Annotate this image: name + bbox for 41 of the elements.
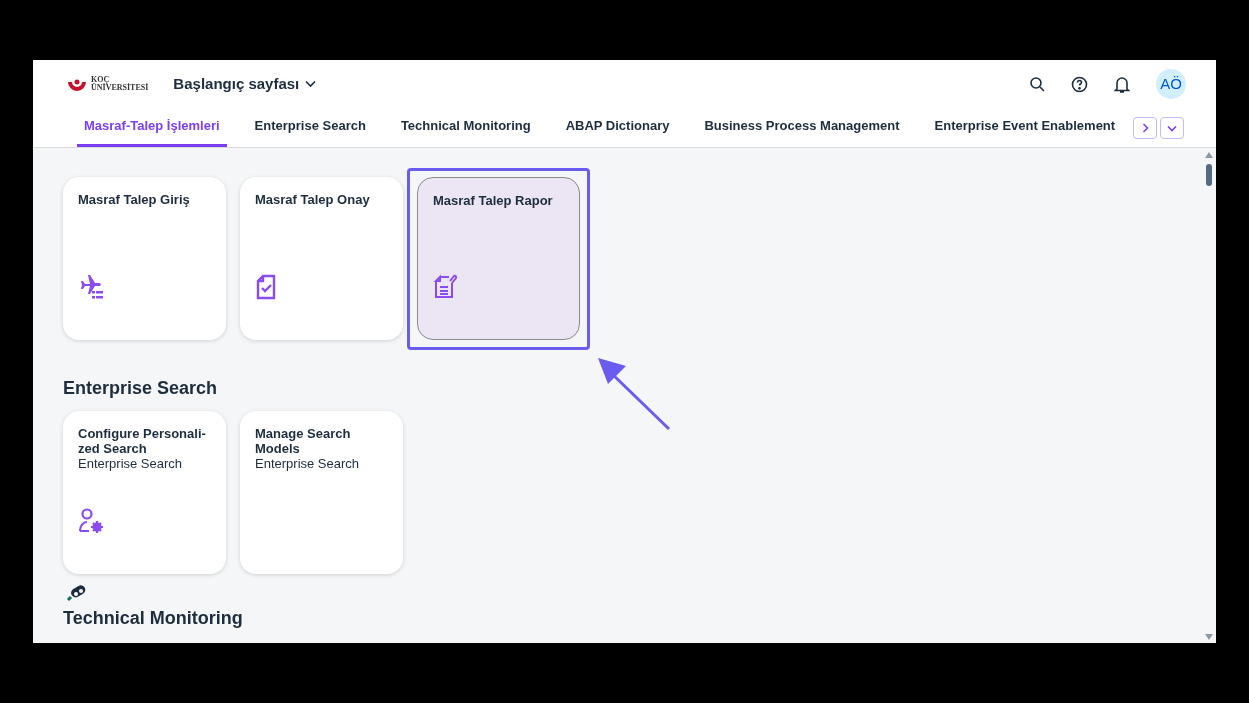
tile-title: Masraf Talep Giriş [78,192,191,207]
app-tile[interactable]: Masraf Talep Rapor [417,177,580,340]
user-gear-icon [78,508,106,534]
app-tile[interactable]: Manage Search Models Enterprise Search [240,411,403,574]
scroll-down-icon[interactable] [1205,634,1213,640]
user-avatar[interactable]: AÖ [1156,69,1186,99]
logo-text: KOÇ [91,76,110,84]
scroll-up-icon[interactable] [1205,152,1213,158]
app-tile[interactable]: Masraf Talep Onay [240,177,403,340]
tab[interactable]: Business Process Management [697,108,907,147]
app-tile[interactable]: Configure Personali- zed Search Enterprise Search [63,411,226,574]
tab[interactable]: Enterprise Search [247,108,373,147]
chevron-down-icon [1167,124,1177,132]
airplane-list-icon [78,274,104,300]
tile-title: Masraf Talep Rapor [433,193,554,208]
chevron-right-icon [1141,123,1149,133]
tile-title: Manage Search Models [255,426,352,456]
logo-text: ÜNİVERSİTESİ [91,84,149,92]
scroll-right-button[interactable] [1133,117,1157,139]
document-check-icon [255,274,277,300]
university-logo[interactable]: KOÇ ÜNİVERSİTESİ [67,76,149,92]
section-title: Technical Monitoring [63,608,243,628]
search-icon[interactable] [1029,76,1045,92]
bell-icon[interactable] [1114,75,1130,93]
tile-title: Masraf Talep Onay [255,192,371,207]
document-paperclip-icon [433,273,457,299]
section-title: Enterprise Search [63,378,218,398]
tile-subtitle: Enterprise Search [78,456,184,471]
tab[interactable]: Masraf-Talep İşlemleri [77,108,227,147]
app-tile[interactable]: Masraf Talep Giriş [63,177,226,340]
tab[interactable]: Enterprise Event Enablement [927,108,1123,147]
spiral-logo-icon [67,77,87,91]
chevron-down-icon [305,80,317,88]
page-title-menu[interactable]: Başlangıç sayfası [173,72,317,96]
scrollbar-thumb[interactable] [1206,164,1212,186]
tile-subtitle: Enterprise Search [255,456,361,471]
help-icon[interactable] [1071,75,1088,93]
overflow-menu-button[interactable] [1160,117,1184,139]
tab[interactable]: Technical Monitoring [393,108,538,147]
tab[interactable]: ABAP Dictionary [558,108,677,147]
tile-title: Configure Personali- zed Search [78,426,207,456]
